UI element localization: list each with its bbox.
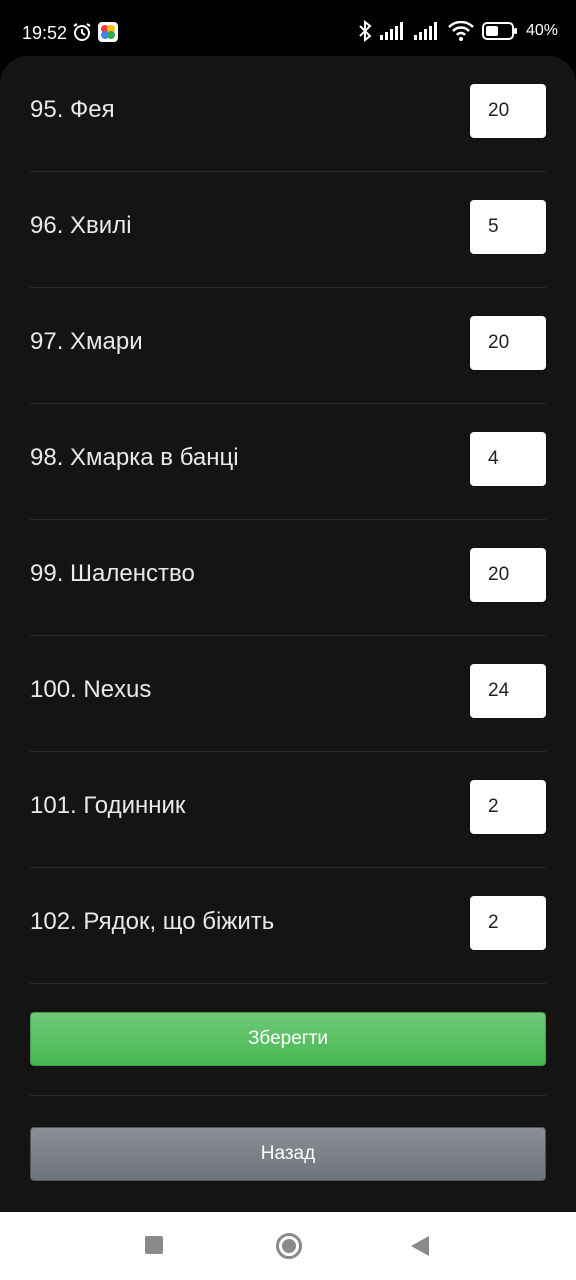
value-input[interactable]: 5 [470, 200, 546, 254]
signal-icon [413, 22, 437, 40]
signal-icon [379, 22, 403, 40]
divider [30, 1095, 546, 1096]
home-icon[interactable] [276, 1233, 302, 1259]
value-input[interactable]: 2 [470, 780, 546, 834]
list-item: 96. Хвилі 5 [30, 172, 546, 288]
list-item: 101. Годинник 2 [30, 752, 546, 868]
back-icon[interactable] [411, 1236, 429, 1256]
item-label: 95. Фея [30, 96, 115, 123]
list-item: 97. Хмари 20 [30, 288, 546, 404]
item-label: 97. Хмари [30, 328, 143, 355]
item-label: 101. Годинник [30, 792, 186, 819]
wifi-icon [448, 21, 474, 41]
save-button[interactable]: Зберегти [30, 1012, 546, 1066]
item-label: 96. Хвилі [30, 212, 132, 239]
list-item: 99. Шаленство 20 [30, 520, 546, 636]
status-time: 19:52 [22, 23, 68, 43]
navigation-bar [0, 1212, 576, 1280]
item-label: 102. Рядок, що біжить [30, 908, 275, 935]
recents-icon[interactable] [145, 1236, 163, 1254]
value-input[interactable]: 24 [470, 664, 546, 718]
list-item: 102. Рядок, що біжить 2 [30, 868, 546, 984]
battery-icon [481, 22, 517, 40]
item-label: 100. Nexus [30, 676, 152, 703]
value-input[interactable]: 2 [470, 896, 546, 950]
value-input[interactable]: 20 [470, 84, 546, 138]
alarm-icon [73, 23, 91, 41]
value-input[interactable]: 4 [470, 432, 546, 486]
battery-percent: 40% [525, 22, 558, 39]
item-label: 98. Хмарка в банці [30, 444, 239, 471]
bluetooth-icon [359, 20, 372, 42]
list-item: 100. Nexus 24 [30, 636, 546, 752]
value-input[interactable]: 20 [470, 316, 546, 370]
value-input[interactable]: 20 [470, 548, 546, 602]
list-item: 98. Хмарка в банці 4 [30, 404, 546, 520]
status-bar: 19:52 40% [0, 0, 576, 56]
back-button[interactable]: Назад [30, 1127, 546, 1181]
item-label: 99. Шаленство [30, 560, 195, 587]
settings-panel: 95. Фея 20 96. Хвилі 5 97. Хмари 20 98. … [0, 56, 576, 1212]
photos-icon [98, 22, 118, 42]
list-item: 95. Фея 20 [30, 56, 546, 172]
